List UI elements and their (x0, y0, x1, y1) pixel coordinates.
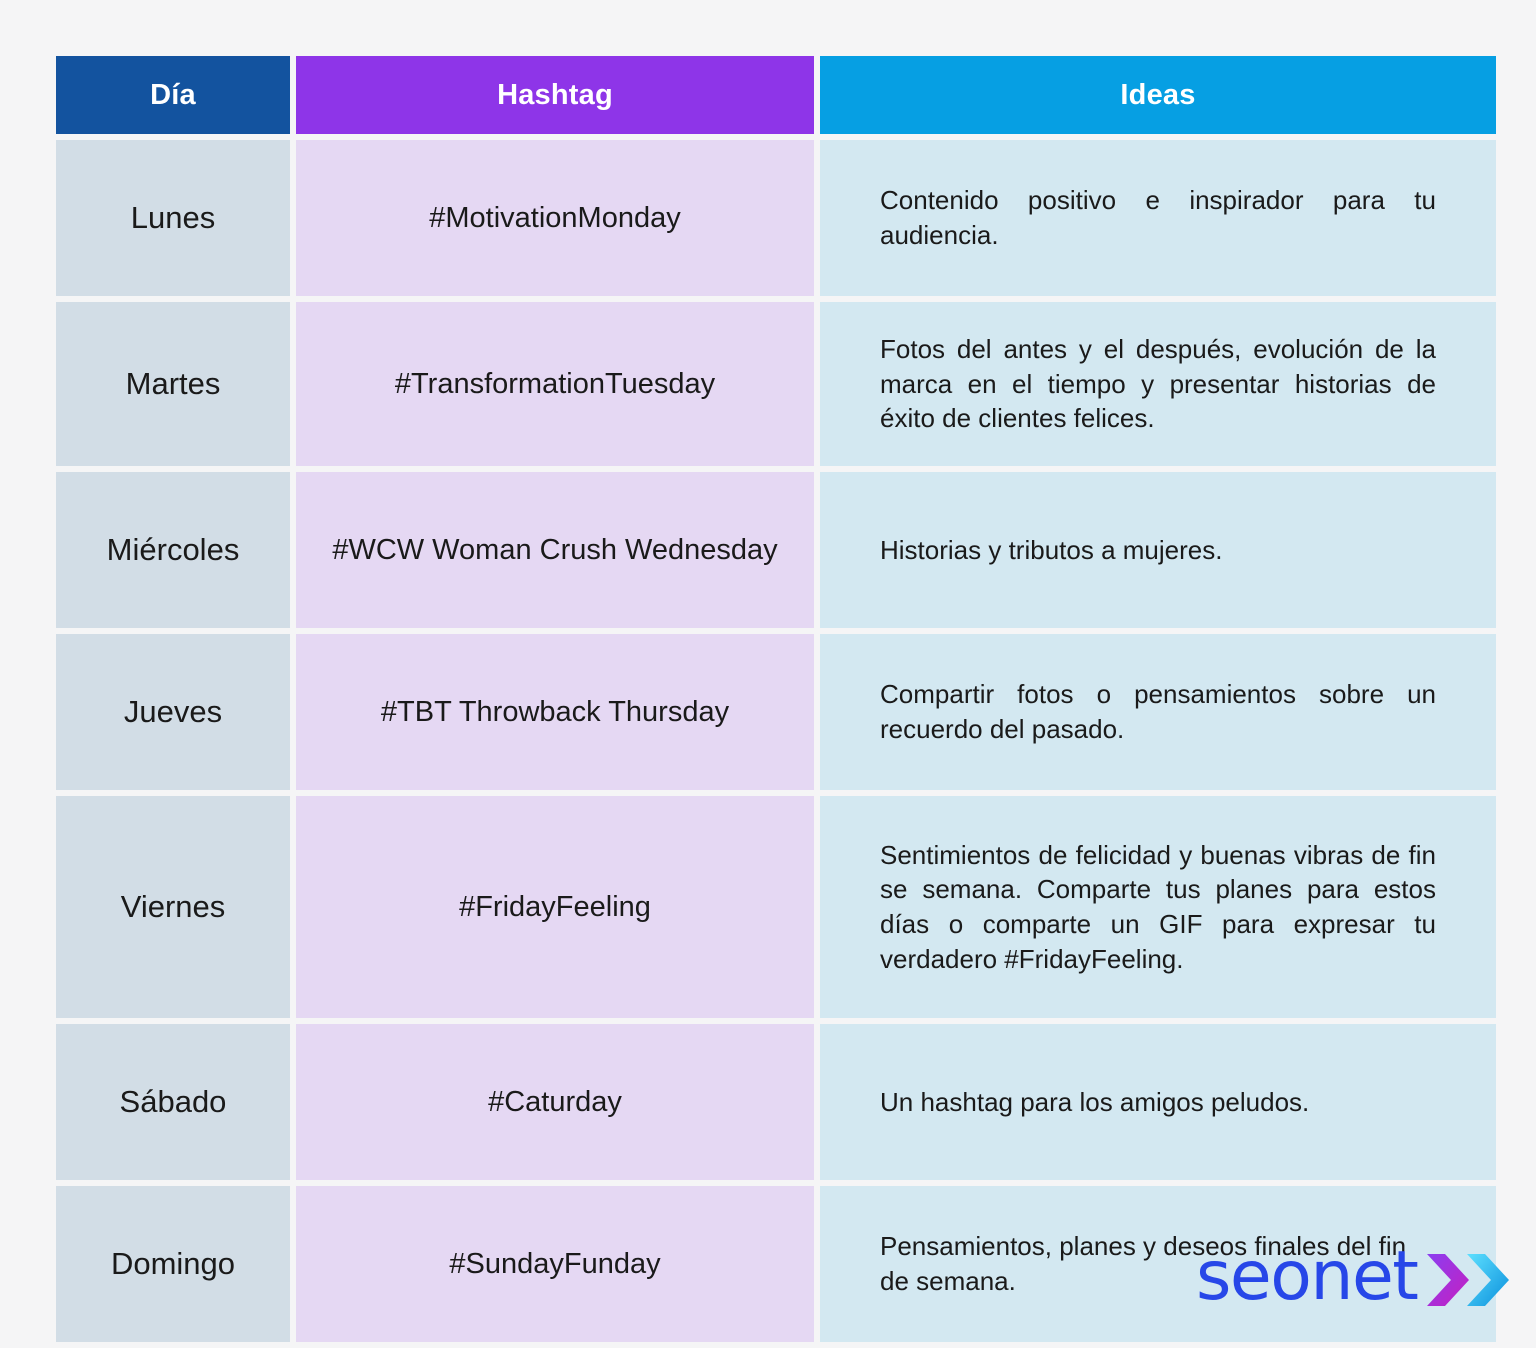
cell-ideas: Compartir fotos o pensamientos sobre un … (820, 634, 1496, 790)
cell-day: Martes (56, 302, 290, 466)
table-row: Jueves #TBT Throwback Thursday Compartir… (56, 634, 1496, 790)
cell-day: Domingo (56, 1186, 290, 1342)
cell-day: Viernes (56, 796, 290, 1018)
cell-day: Lunes (56, 140, 290, 296)
weekly-hashtag-table: Día Hashtag Ideas Lunes #MotivationMonda… (50, 50, 1502, 1348)
table-row: Sábado #Caturday Un hashtag para los ami… (56, 1024, 1496, 1180)
cell-day: Jueves (56, 634, 290, 790)
double-chevron-right-icon (1427, 1254, 1510, 1306)
table-row: Lunes #MotivationMonday Contenido positi… (56, 140, 1496, 296)
cell-hashtag: #TBT Throwback Thursday (296, 634, 814, 790)
cell-ideas: Fotos del antes y el después, evolución … (820, 302, 1496, 466)
cell-ideas: Un hashtag para los amigos peludos. (820, 1024, 1496, 1180)
cell-hashtag: #MotivationMonday (296, 140, 814, 296)
seonet-logo: seonet (1196, 1240, 1513, 1314)
table-row: Viernes #FridayFeeling Sentimientos de f… (56, 796, 1496, 1018)
cell-ideas: Sentimientos de felicidad y buenas vibra… (820, 796, 1496, 1018)
cell-ideas: Historias y tributos a mujeres. (820, 472, 1496, 628)
cell-hashtag: #Caturday (296, 1024, 814, 1180)
table-body: Lunes #MotivationMonday Contenido positi… (56, 140, 1496, 1342)
cell-day: Sábado (56, 1024, 290, 1180)
cell-hashtag: #TransformationTuesday (296, 302, 814, 466)
cell-hashtag: #FridayFeeling (296, 796, 814, 1018)
column-header-day: Día (56, 56, 290, 134)
cell-day: Miércoles (56, 472, 290, 628)
page-canvas: Día Hashtag Ideas Lunes #MotivationMonda… (0, 0, 1536, 1342)
table-row: Martes #TransformationTuesday Fotos del … (56, 302, 1496, 466)
table-header: Día Hashtag Ideas (56, 56, 1496, 134)
table-header-row: Día Hashtag Ideas (56, 56, 1496, 134)
seonet-wordmark: seonet (1196, 1237, 1419, 1316)
cell-hashtag: #SundayFunday (296, 1186, 814, 1342)
cell-ideas: Contenido positivo e inspirador para tu … (820, 140, 1496, 296)
cell-hashtag: #WCW Woman Crush Wednesday (296, 472, 814, 628)
column-header-hashtag: Hashtag (296, 56, 814, 134)
table-row: Miércoles #WCW Woman Crush Wednesday His… (56, 472, 1496, 628)
column-header-ideas: Ideas (820, 56, 1496, 134)
